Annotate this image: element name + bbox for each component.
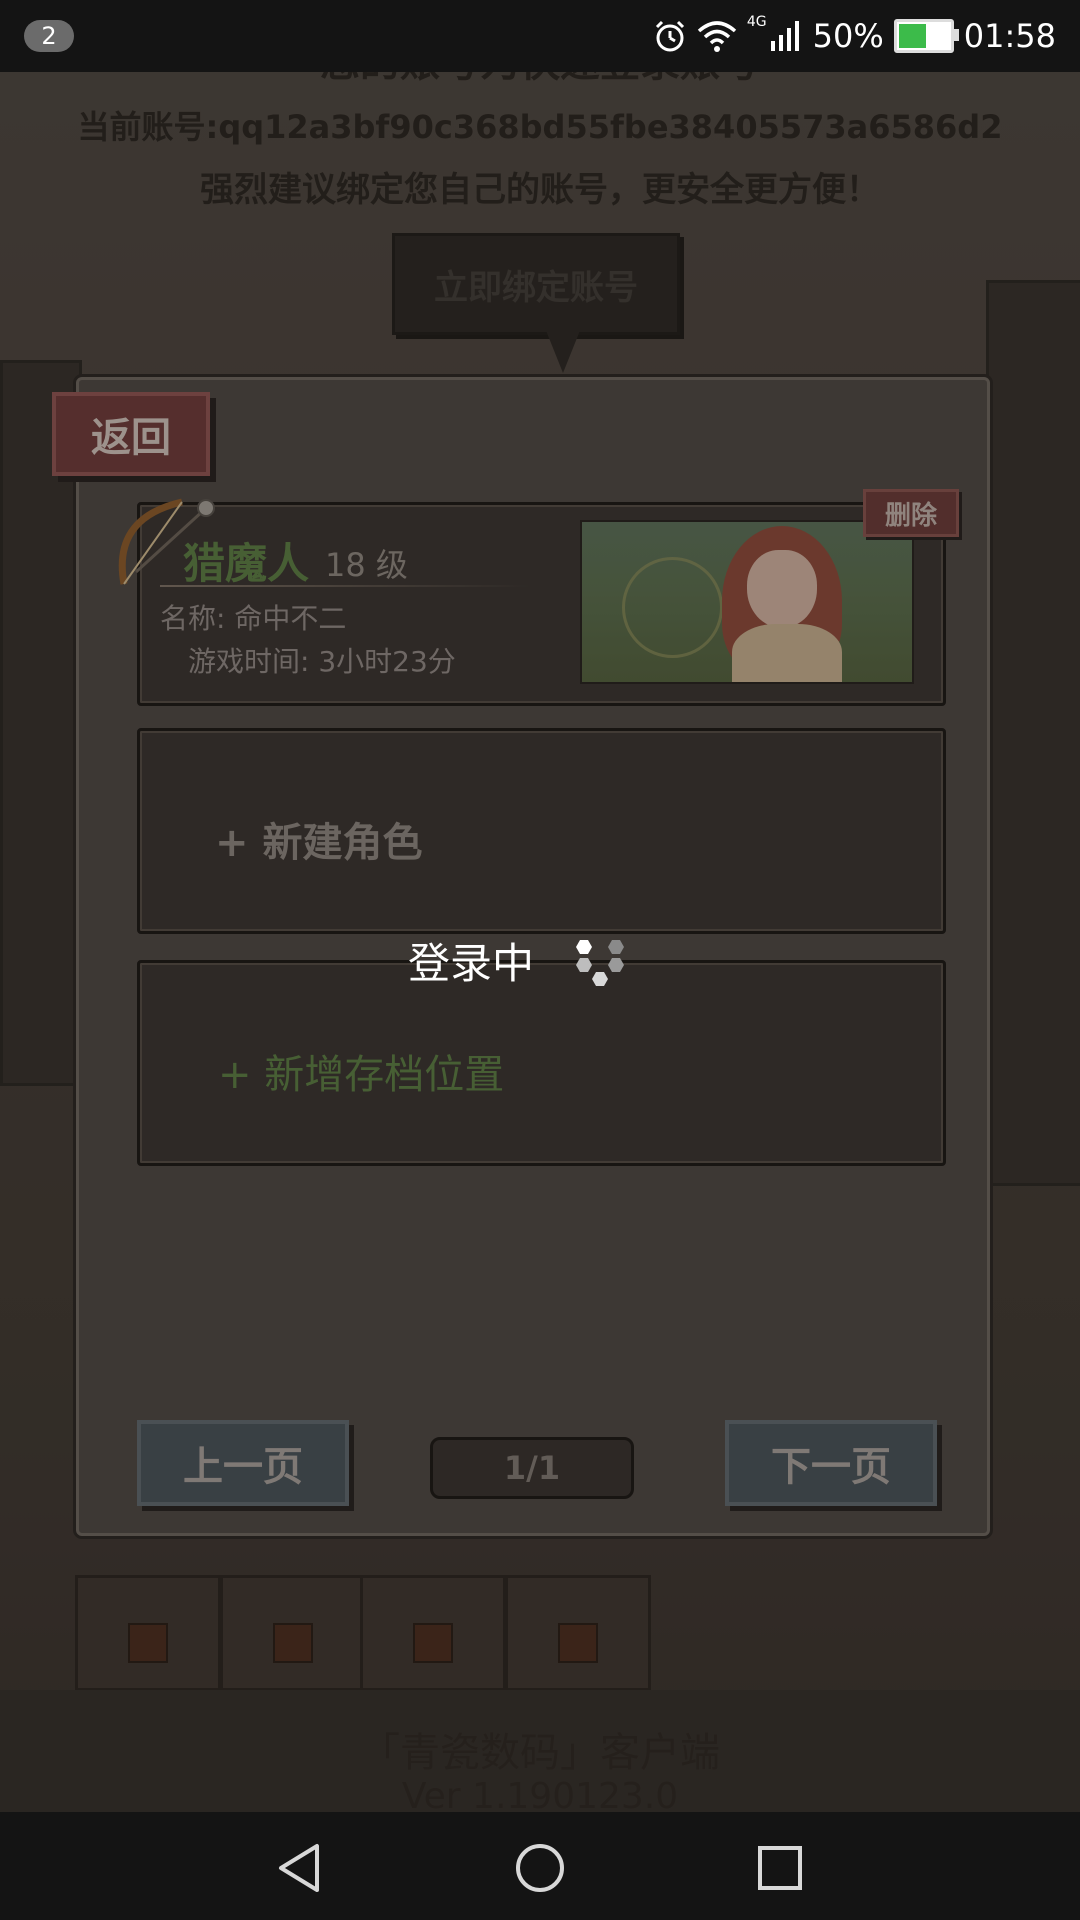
status-icons: 4G 50% 01:58 bbox=[653, 14, 1056, 58]
loading-overlay: 登录中 bbox=[0, 0, 1080, 1920]
home-nav-icon[interactable] bbox=[514, 1842, 566, 1894]
battery-icon bbox=[893, 19, 959, 53]
navigation-bar bbox=[0, 1812, 1080, 1920]
clock: 01:58 bbox=[963, 17, 1056, 55]
battery-level bbox=[898, 24, 926, 48]
recents-nav-icon[interactable] bbox=[756, 1844, 804, 1892]
notification-count-badge: 2 bbox=[24, 20, 74, 52]
wifi-icon bbox=[697, 21, 737, 52]
loading-spinner-icon bbox=[576, 940, 624, 986]
loading-text: 登录中 bbox=[408, 939, 535, 988]
back-nav-icon[interactable] bbox=[275, 1842, 323, 1894]
signal-icon bbox=[770, 21, 799, 51]
alarm-icon bbox=[655, 20, 684, 52]
status-bar: 2 4G 50% 01:58 bbox=[0, 0, 1080, 72]
network-type: 4G bbox=[746, 14, 767, 30]
battery-percent: 50% bbox=[812, 17, 884, 55]
